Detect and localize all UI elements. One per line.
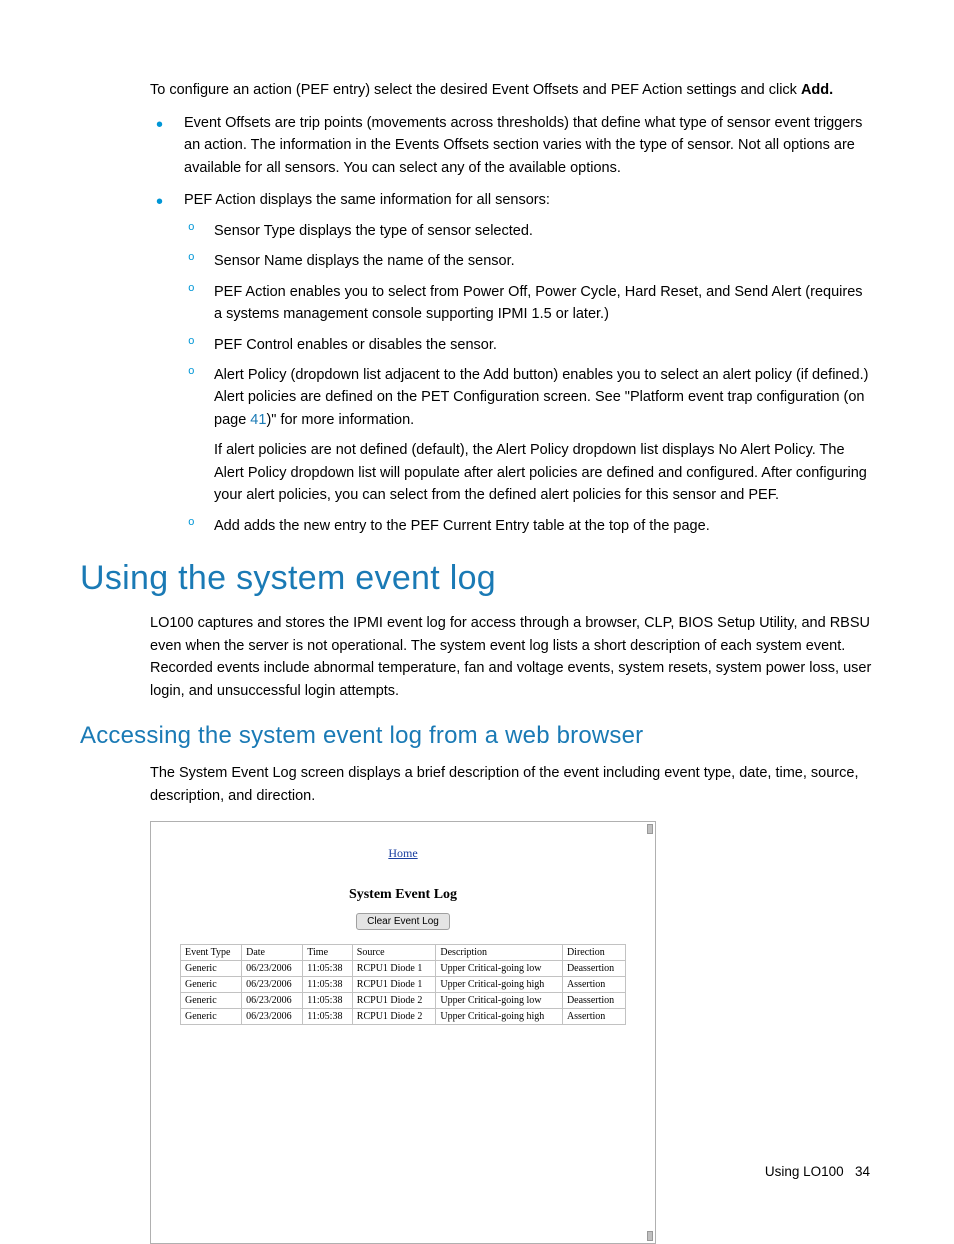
- cell: Assertion: [562, 1009, 625, 1025]
- event-log-table: Event Type Date Time Source Description …: [180, 944, 626, 1025]
- table-row: Generic 06/23/2006 11:05:38 RCPU1 Diode …: [181, 977, 626, 993]
- sub-sensor-name-text: Sensor Name displays the name of the sen…: [214, 253, 515, 269]
- table-header-row: Event Type Date Time Source Description …: [181, 945, 626, 961]
- bullet-event-offsets-text: Event Offsets are trip points (movements…: [184, 115, 862, 176]
- intro-text: To configure an action (PEF entry) selec…: [150, 82, 801, 98]
- table-row: Generic 06/23/2006 11:05:38 RCPU1 Diode …: [181, 961, 626, 977]
- col-date: Date: [242, 945, 303, 961]
- sub-sensor-type: Sensor Type displays the type of sensor …: [184, 220, 874, 242]
- clear-event-log-button[interactable]: Clear Event Log: [356, 913, 450, 930]
- cell: Upper Critical-going low: [436, 993, 563, 1009]
- sub-add: Add adds the new entry to the PEF Curren…: [184, 515, 874, 537]
- cell: Upper Critical-going high: [436, 977, 563, 993]
- page-footer: Using LO100 34: [765, 1164, 870, 1179]
- sub-alert-policy: Alert Policy (dropdown list adjacent to …: [184, 364, 874, 507]
- cell: Generic: [181, 977, 242, 993]
- cell: RCPU1 Diode 1: [352, 961, 436, 977]
- cell: 06/23/2006: [242, 1009, 303, 1025]
- cell: Upper Critical-going low: [436, 961, 563, 977]
- sub-pef-control-text: PEF Control enables or disables the sens…: [214, 337, 497, 353]
- sub-alert-policy-b: )" for more information.: [266, 412, 414, 428]
- cell: 11:05:38: [303, 1009, 353, 1025]
- panel-title: System Event Log: [161, 887, 645, 903]
- table-row: Generic 06/23/2006 11:05:38 RCPU1 Diode …: [181, 993, 626, 1009]
- col-event-type: Event Type: [181, 945, 242, 961]
- cell: 06/23/2006: [242, 977, 303, 993]
- intro-paragraph: To configure an action (PEF entry) selec…: [150, 80, 874, 102]
- footer-page-number: 34: [855, 1164, 870, 1179]
- sub-add-text: Add adds the new entry to the PEF Curren…: [214, 518, 710, 534]
- paragraph-system-event-log: LO100 captures and stores the IPMI event…: [150, 612, 874, 702]
- bullet-pef-action: PEF Action displays the same information…: [150, 189, 874, 537]
- cell: Deassertion: [562, 961, 625, 977]
- cell: Deassertion: [562, 993, 625, 1009]
- cell: RCPU1 Diode 2: [352, 993, 436, 1009]
- col-time: Time: [303, 945, 353, 961]
- cell: RCPU1 Diode 2: [352, 1009, 436, 1025]
- sub-pef-action: PEF Action enables you to select from Po…: [184, 281, 874, 326]
- bullet-event-offsets: Event Offsets are trip points (movements…: [150, 112, 874, 179]
- page-link-41[interactable]: 41: [250, 412, 266, 428]
- cell: Upper Critical-going high: [436, 1009, 563, 1025]
- footer-section: Using LO100: [765, 1164, 844, 1179]
- paragraph-accessing: The System Event Log screen displays a b…: [150, 762, 874, 807]
- cell: Generic: [181, 1009, 242, 1025]
- heading-using-system-event-log: Using the system event log: [80, 559, 874, 598]
- sub-pef-action-text: PEF Action enables you to select from Po…: [214, 284, 863, 322]
- cell: 11:05:38: [303, 961, 353, 977]
- sub-sensor-type-text: Sensor Type displays the type of sensor …: [214, 223, 533, 239]
- cell: 06/23/2006: [242, 961, 303, 977]
- scrollbar-down-icon[interactable]: [647, 1231, 653, 1241]
- bullet-pef-action-text: PEF Action displays the same information…: [184, 192, 550, 208]
- sub-alert-policy-note: If alert policies are not defined (defau…: [214, 439, 874, 506]
- cell: 11:05:38: [303, 993, 353, 1009]
- col-source: Source: [352, 945, 436, 961]
- col-description: Description: [436, 945, 563, 961]
- cell: 06/23/2006: [242, 993, 303, 1009]
- cell: Generic: [181, 993, 242, 1009]
- table-row: Generic 06/23/2006 11:05:38 RCPU1 Diode …: [181, 1009, 626, 1025]
- sub-sensor-name: Sensor Name displays the name of the sen…: [184, 250, 874, 272]
- scrollbar-up-icon[interactable]: [647, 824, 653, 834]
- add-bold: Add.: [801, 82, 833, 98]
- sub-pef-control: PEF Control enables or disables the sens…: [184, 334, 874, 356]
- screenshot-panel: Home System Event Log Clear Event Log Ev…: [150, 821, 656, 1244]
- cell: Generic: [181, 961, 242, 977]
- cell: RCPU1 Diode 1: [352, 977, 436, 993]
- home-link[interactable]: Home: [161, 846, 645, 861]
- col-direction: Direction: [562, 945, 625, 961]
- heading-accessing-from-browser: Accessing the system event log from a we…: [80, 722, 874, 750]
- cell: 11:05:38: [303, 977, 353, 993]
- cell: Assertion: [562, 977, 625, 993]
